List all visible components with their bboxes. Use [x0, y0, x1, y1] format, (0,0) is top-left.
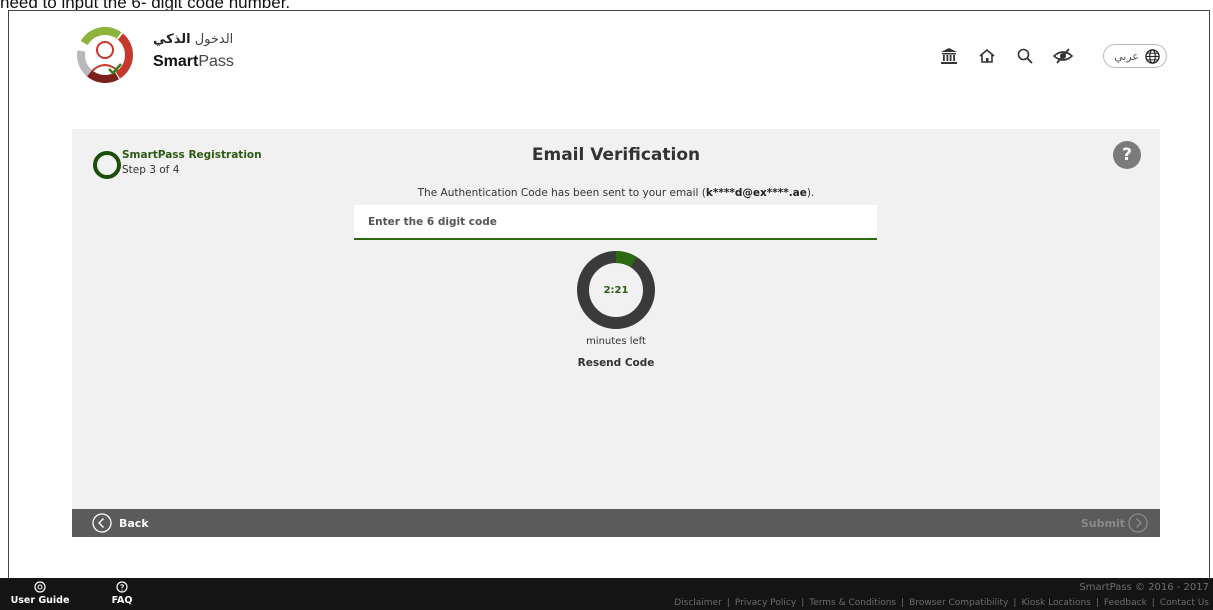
footer-link-separator: | — [801, 598, 805, 608]
eye-slash-icon[interactable] — [1051, 44, 1075, 68]
question-circle-icon — [116, 581, 128, 593]
chevron-right-circle-icon — [1128, 513, 1148, 533]
globe-icon — [1145, 48, 1160, 64]
search-icon[interactable] — [1013, 44, 1037, 68]
logo-english-text: SmartPass — [153, 53, 234, 70]
browser-frame: الدخول الذكي SmartPass عربي SmartPass Re… — [8, 10, 1210, 610]
resend-code-container: Resend Code — [72, 357, 1160, 369]
minutes-left-label: minutes left — [586, 336, 646, 347]
footer-link-feedback[interactable]: Feedback — [1104, 598, 1147, 608]
footer-link-separator: | — [726, 598, 730, 608]
footer-link-contact-us[interactable]: Contact Us — [1160, 598, 1209, 608]
footer-link-privacy-policy[interactable]: Privacy Policy — [735, 598, 796, 608]
step-indicator: Step 3 of 4 — [122, 164, 180, 176]
action-bar: Back Submit — [72, 509, 1160, 537]
code-sent-message: The Authentication Code has been sent to… — [417, 187, 815, 199]
verification-code-input[interactable] — [354, 205, 877, 240]
footer-link-separator: | — [901, 598, 905, 608]
footer-link-kiosk-locations[interactable]: Kiosk Locations — [1021, 598, 1090, 608]
user-guide-icon — [34, 581, 46, 593]
user-guide-label: User Guide — [10, 595, 70, 606]
footer-link-browser-compatibility[interactable]: Browser Compatibility — [909, 598, 1008, 608]
footer-links: Disclaimer | Privacy Policy | Terms & Condit… — [674, 598, 1209, 608]
language-toggle-button[interactable]: عربي — [1103, 44, 1167, 68]
footer-link-separator: | — [1013, 598, 1017, 608]
chevron-left-circle-icon — [92, 513, 112, 533]
header-nav: عربي — [923, 44, 1167, 68]
footer-link-separator: | — [1095, 598, 1099, 608]
footer-link-terms-conditions[interactable]: Terms & Conditions — [809, 598, 896, 608]
submit-label: Submit — [1080, 516, 1125, 530]
help-button[interactable]: ? — [1113, 141, 1141, 169]
masked-email: k****d@ex****.ae — [705, 187, 807, 199]
language-label: عربي — [1114, 49, 1139, 63]
home-icon[interactable] — [975, 44, 999, 68]
smartpass-logo-icon — [77, 27, 133, 83]
footer-link-disclaimer[interactable]: Disclaimer — [674, 598, 722, 608]
faq-button[interactable]: FAQ — [92, 581, 152, 606]
footer: User Guide FAQ SmartPass © 2016 - 2017 D… — [0, 578, 1213, 610]
logo-arabic-text: الدخول الذكي — [153, 32, 234, 47]
resend-code-link[interactable]: Resend Code — [578, 357, 655, 369]
copyright-text: SmartPass © 2016 - 2017 — [1079, 582, 1209, 593]
user-guide-button[interactable]: User Guide — [10, 581, 70, 606]
verification-panel: SmartPass Registration Step 3 of 4 Email… — [72, 129, 1160, 537]
government-icon[interactable] — [937, 44, 961, 68]
countdown-value: 2:21 — [603, 284, 629, 296]
back-button[interactable]: Back — [92, 512, 149, 534]
submit-button[interactable]: Submit — [1081, 512, 1148, 534]
back-label: Back — [119, 516, 149, 530]
footer-link-separator: | — [1151, 598, 1155, 608]
faq-label: FAQ — [111, 595, 133, 606]
page-title: Email Verification — [531, 145, 701, 165]
